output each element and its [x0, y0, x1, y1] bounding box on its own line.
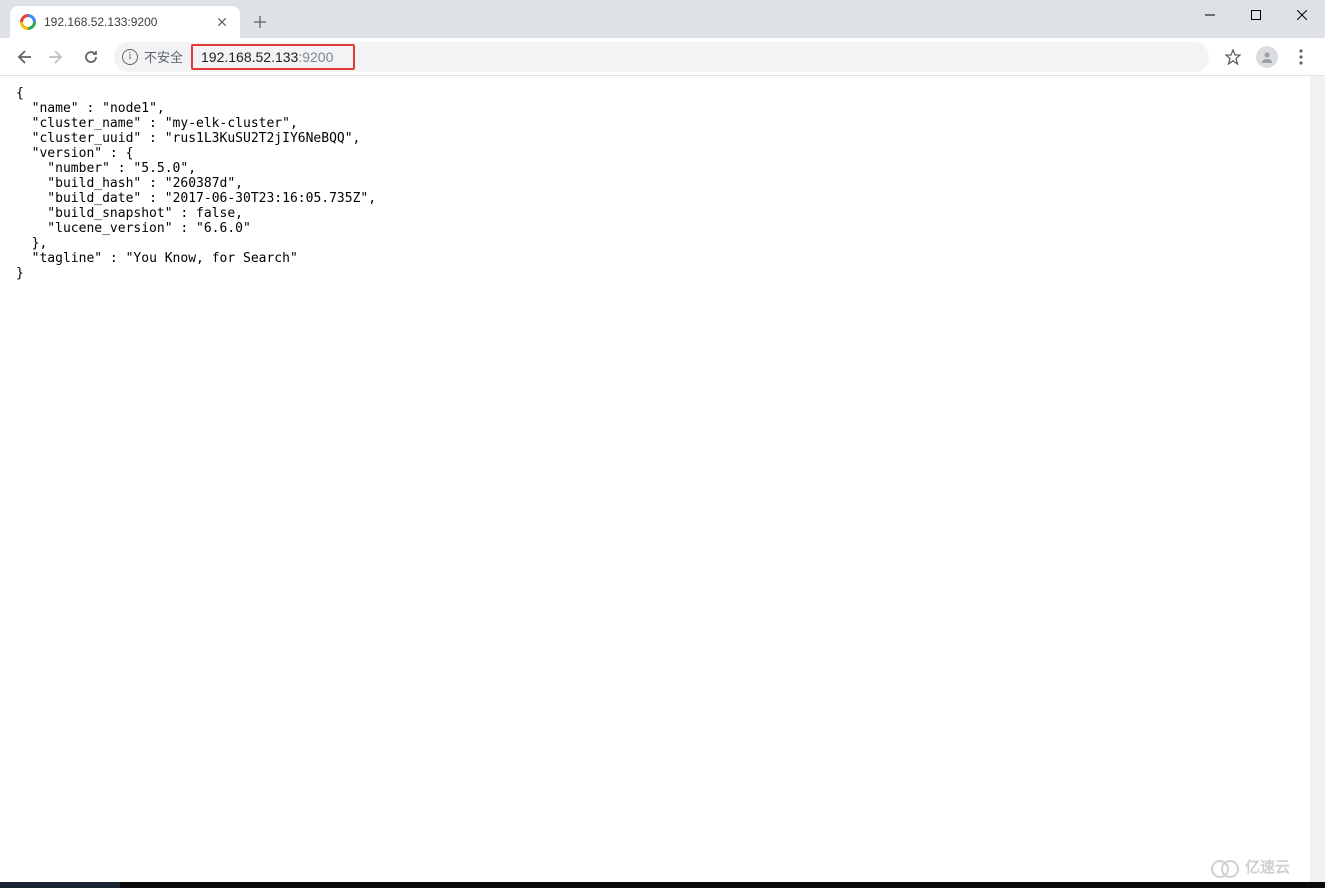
json-key: build_snapshot	[55, 206, 165, 221]
info-icon: i	[122, 49, 138, 65]
tab-title: 192.168.52.133:9200	[44, 15, 214, 29]
json-key: cluster_name	[39, 116, 133, 131]
json-val: 260387d	[173, 176, 228, 191]
json-val: rus1L3KuSU2T2jIY6NeBQQ	[173, 131, 345, 146]
json-val: node1	[110, 101, 149, 116]
site-info[interactable]: i 不安全	[122, 47, 189, 66]
favicon-icon	[20, 14, 36, 30]
json-val: false	[196, 206, 235, 221]
arrow-left-icon	[15, 49, 31, 65]
security-label: 不安全	[144, 47, 183, 66]
address-bar[interactable]: i 不安全 192.168.52.133:9200	[114, 42, 1209, 72]
json-val: 2017-06-30T23:16:05.735Z	[173, 191, 361, 206]
json-key: lucene_version	[55, 221, 165, 236]
minimize-button[interactable]	[1187, 0, 1233, 30]
json-key: cluster_uuid	[39, 131, 133, 146]
json-val: my-elk-cluster	[173, 116, 283, 131]
back-button[interactable]	[8, 42, 38, 72]
json-key: version	[39, 146, 94, 161]
star-icon	[1225, 49, 1241, 65]
url-highlight-annotation: 192.168.52.133:9200	[191, 44, 355, 70]
arrow-right-icon	[49, 49, 65, 65]
window-controls	[1187, 0, 1325, 30]
titlebar: 192.168.52.133:9200	[0, 0, 1325, 38]
close-icon	[1297, 10, 1307, 20]
toolbar-right	[1217, 41, 1317, 73]
json-key: number	[55, 161, 102, 176]
json-val: 5.5.0	[141, 161, 180, 176]
reload-button[interactable]	[76, 42, 106, 72]
url-text: 192.168.52.133:9200	[201, 49, 333, 65]
close-window-button[interactable]	[1279, 0, 1325, 30]
taskbar-edge	[0, 882, 1325, 888]
watermark-text: 亿速云	[1245, 860, 1290, 875]
close-tab-button[interactable]	[214, 14, 230, 30]
menu-button[interactable]	[1285, 41, 1317, 73]
watermark-logo-icon	[1211, 858, 1239, 876]
json-key: build_hash	[55, 176, 133, 191]
minimize-icon	[1205, 10, 1215, 20]
bookmark-button[interactable]	[1217, 41, 1249, 73]
page-content: { "name" : "node1", "cluster_name" : "my…	[0, 76, 1325, 888]
maximize-icon	[1251, 10, 1261, 20]
json-val: You Know, for Search	[133, 251, 290, 266]
toolbar: i 不安全 192.168.52.133:9200	[0, 38, 1325, 76]
json-key: name	[39, 101, 70, 116]
close-icon	[218, 18, 226, 26]
tabs-row: 192.168.52.133:9200	[0, 0, 274, 38]
forward-button[interactable]	[42, 42, 72, 72]
json-key: build_date	[55, 191, 133, 206]
json-key: tagline	[39, 251, 94, 266]
browser-window: 192.168.52.133:9200	[0, 0, 1325, 888]
url-host: 192.168.52.133	[201, 49, 298, 65]
profile-button[interactable]	[1251, 41, 1283, 73]
url-port: :9200	[298, 49, 333, 65]
watermark: 亿速云	[1211, 858, 1290, 876]
tab-active[interactable]: 192.168.52.133:9200	[10, 6, 240, 38]
reload-icon	[83, 49, 99, 65]
maximize-button[interactable]	[1233, 0, 1279, 30]
plus-icon	[254, 16, 266, 28]
kebab-icon	[1299, 49, 1303, 65]
new-tab-button[interactable]	[246, 8, 274, 36]
json-val: 6.6.0	[204, 221, 243, 236]
avatar-icon	[1256, 46, 1278, 68]
